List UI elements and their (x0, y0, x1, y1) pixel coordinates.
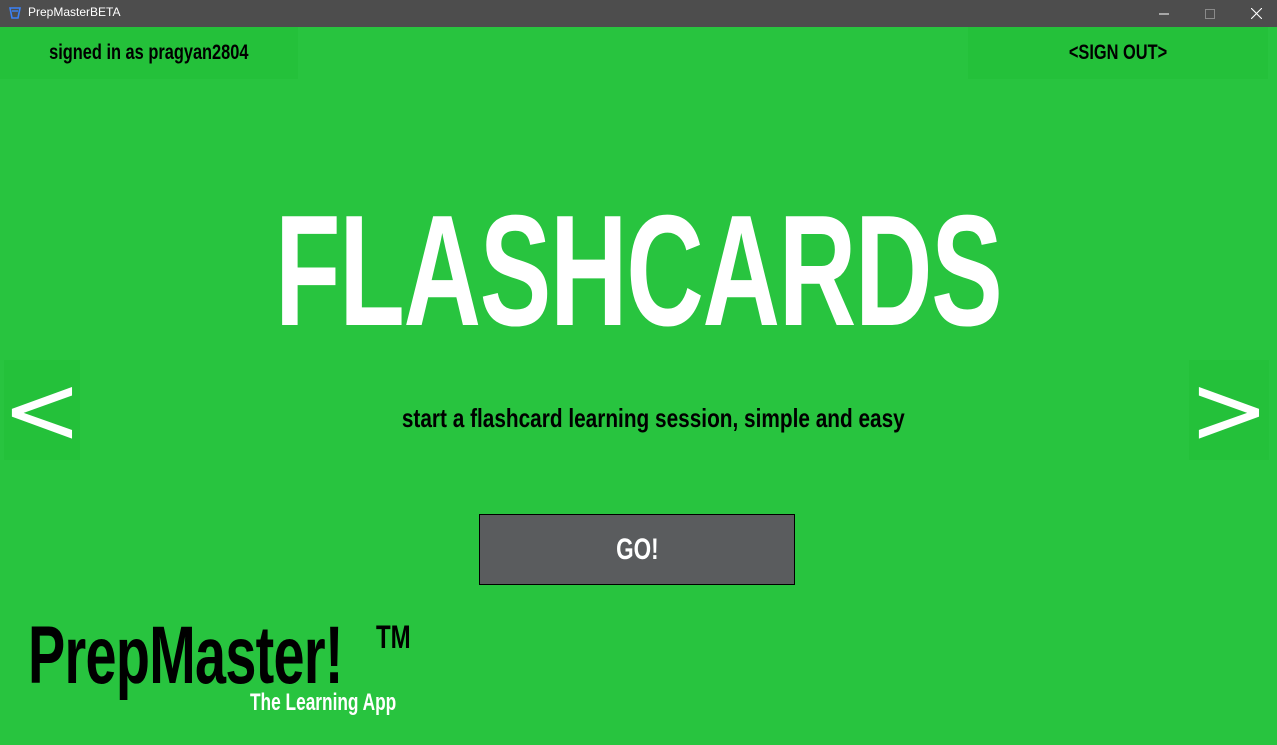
prepmaster-app-icon (8, 5, 22, 19)
go-button-label: GO! (615, 532, 659, 566)
logo-tagline: The Learning App (250, 689, 397, 716)
title-bar: PrepMasterBETA (0, 0, 1277, 27)
minimize-button[interactable] (1141, 0, 1187, 27)
sign-out-button[interactable]: <SIGN OUT> (968, 27, 1268, 79)
sign-out-label: <SIGN OUT> (1068, 41, 1168, 64)
maximize-icon (1205, 8, 1215, 19)
logo-name: PrepMaster! (28, 610, 343, 701)
minimize-icon (1159, 9, 1169, 19)
go-button[interactable]: GO! (479, 514, 795, 585)
subtitle-text: start a flashcard learning session, simp… (402, 403, 905, 433)
maximize-button[interactable] (1187, 0, 1233, 27)
page-title: FLASHCARDS (0, 192, 1277, 350)
main-area: signed in as pragyan2804 <SIGN OUT> FLAS… (0, 27, 1277, 745)
window-title: PrepMasterBETA (28, 5, 121, 19)
signed-in-label: signed in as pragyan2804 (49, 41, 249, 64)
headline-text: FLASHCARDS (275, 183, 1003, 359)
prepmaster-logo: PrepMaster! TM The Learning App (28, 615, 428, 725)
signed-in-panel: signed in as pragyan2804 (0, 27, 298, 79)
logo-trademark: TM (376, 619, 411, 655)
close-icon (1250, 8, 1262, 19)
subtitle: start a flashcard learning session, simp… (0, 403, 1277, 434)
close-button[interactable] (1233, 0, 1277, 27)
